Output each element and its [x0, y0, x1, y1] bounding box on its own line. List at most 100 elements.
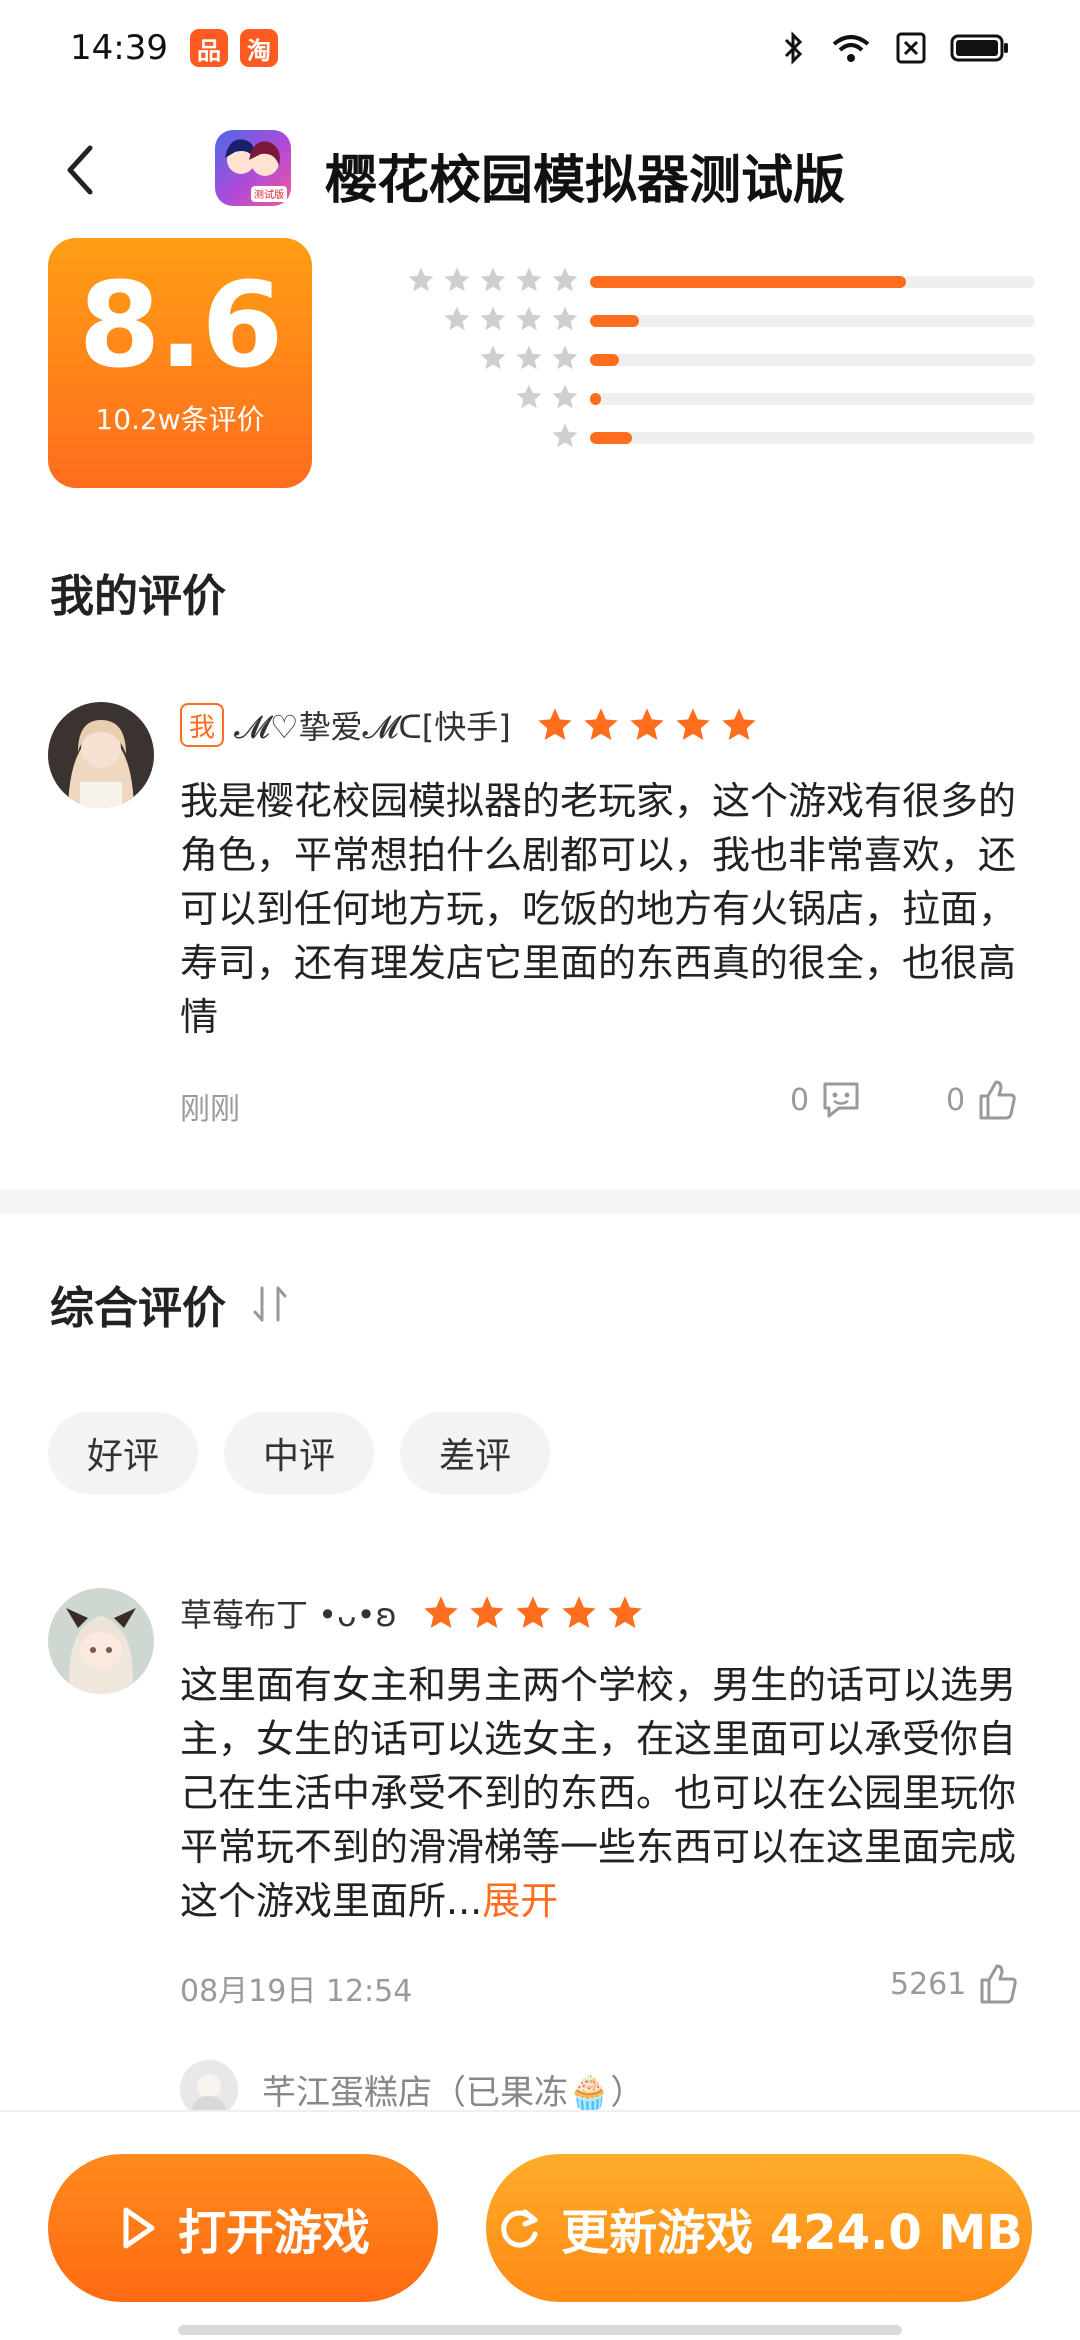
rating-bar-track: [590, 393, 1035, 405]
comment-icon: [823, 1082, 859, 1118]
star-icon: [408, 267, 434, 292]
star-icon: [444, 306, 470, 331]
open-game-button[interactable]: 打开游戏: [48, 2154, 438, 2302]
rating-bar-track: [590, 354, 1035, 366]
game-icon-badge: 测试版: [254, 188, 284, 201]
avatar[interactable]: [48, 1588, 154, 1694]
star-icon: [480, 345, 506, 370]
star-icon: [552, 384, 578, 409]
review-count: 10.2w条评价: [95, 403, 265, 436]
rating-row-stars: [442, 304, 580, 334]
rating-row-stars: [406, 265, 580, 295]
star-icon: [516, 384, 542, 409]
rating-row-stars: [550, 421, 580, 451]
star-icon: [480, 267, 506, 292]
review-text-body: 这里面有女主和男主两个学校，男生的话可以选男主，女生的话可以选女主，在这里面可以…: [180, 1663, 1017, 1923]
comment-count: 0: [790, 1082, 810, 1118]
star-icon: [630, 708, 664, 740]
rating-bar-fill: [590, 393, 602, 405]
bluetooth-icon: [784, 31, 803, 65]
like-button[interactable]: 5261: [890, 1962, 1020, 2006]
star-icon: [516, 345, 542, 370]
rating-bar-track: [590, 276, 1035, 288]
rating-row-2-star: [345, 382, 1035, 412]
score-card: 8.6 10.2w条评价: [48, 238, 312, 488]
review-text: 这里面有女主和男主两个学校，男生的话可以选男主，女生的话可以选女主，在这里面可以…: [180, 1658, 1030, 1928]
game-icon: 测试版: [215, 130, 291, 206]
rating-bar-fill: [590, 315, 639, 327]
rating-bar-fill: [590, 432, 633, 444]
rating-row-5-star: [345, 265, 1035, 295]
star-icon: [516, 306, 542, 331]
app-header: 测试版 樱花校园模拟器测试版: [0, 120, 1080, 220]
review-time: 08月19日 12:54: [180, 1974, 413, 2009]
rating-row-3-star: [345, 343, 1035, 373]
rating-bar-fill: [590, 276, 906, 288]
star-icon: [552, 423, 578, 448]
star-icon: [552, 267, 578, 292]
bottom-action-bar: 打开游戏 更新游戏 424.0 MB: [0, 2110, 1080, 2340]
status-time: 14:39: [70, 28, 168, 68]
my-review-title: 我的评价: [50, 571, 226, 622]
author-name: 草莓布丁 •ᴗ•ʚ: [180, 1596, 397, 1634]
star-icon: [552, 345, 578, 370]
star-icon: [470, 1596, 504, 1628]
my-review-author: 我 𝓜♡挚爱𝓜ᑕ[快手]: [180, 702, 759, 748]
comment-button[interactable]: 0: [790, 1078, 863, 1122]
status-app-icon-taobao: 淘: [239, 29, 278, 67]
score-value: 8.6: [78, 256, 283, 394]
section-divider: [0, 1190, 1080, 1214]
star-icon: [562, 1596, 596, 1628]
chevron-left-icon: [67, 145, 93, 195]
open-game-label: 打开游戏: [177, 2205, 370, 2261]
expand-link[interactable]: 展开: [482, 1879, 558, 1923]
all-reviews-header: 综合评价: [50, 1272, 290, 1336]
all-reviews-title: 综合评价: [50, 1283, 226, 1334]
rating-row-stars: [514, 382, 580, 412]
update-game-button[interactable]: 更新游戏 424.0 MB: [486, 2154, 1032, 2302]
play-icon: [123, 2207, 155, 2249]
star-icon: [516, 267, 542, 292]
star-icon: [552, 306, 578, 331]
star-icon: [538, 708, 572, 740]
my-review-time: 刚刚: [180, 1092, 240, 1127]
star-icon: [722, 708, 756, 740]
rating-row-stars: [478, 343, 580, 373]
my-review-text: 我是樱花校园模拟器的老玩家，这个游戏有很多的角色，平常想拍什么剧都可以，我也非常…: [180, 779, 1017, 1039]
home-indicator[interactable]: [178, 2325, 902, 2335]
thumbs-up-icon: [980, 1964, 1018, 2004]
rating-row-4-star: [345, 304, 1035, 334]
back-button[interactable]: [50, 140, 110, 200]
wifi-icon: [832, 35, 870, 62]
status-app-icon-pinduoduo: 品: [189, 29, 228, 67]
battery-icon: [950, 34, 1008, 62]
rating-bar-fill: [590, 354, 619, 366]
star-icon: [480, 306, 506, 331]
star-icon: [676, 708, 710, 740]
thumbs-up-icon: [979, 1080, 1016, 1120]
sim-off-icon: [896, 32, 926, 64]
my-review-stars: [535, 705, 759, 745]
filter-neutral[interactable]: 中评: [224, 1412, 374, 1494]
reply-author: 芊江蛋糕店（已果冻🧁）: [262, 2072, 645, 2113]
author-name: 𝓜♡挚爱𝓜ᑕ[快手]: [234, 708, 511, 746]
star-icon: [608, 1596, 642, 1628]
rating-row-1-star: [345, 421, 1035, 451]
review-stars: [421, 1593, 645, 1633]
rating-bar-track: [590, 432, 1035, 444]
filter-good[interactable]: 好评: [48, 1412, 198, 1494]
star-icon: [444, 267, 470, 292]
star-icon: [424, 1596, 458, 1628]
filter-bad[interactable]: 差评: [400, 1412, 550, 1494]
refresh-icon: [501, 2209, 538, 2248]
rating-bar-track: [590, 315, 1035, 327]
update-game-label: 更新游戏 424.0 MB: [561, 2205, 1023, 2261]
like-button[interactable]: 0: [946, 1078, 1019, 1122]
star-icon: [516, 1596, 550, 1628]
sort-icon[interactable]: [250, 1282, 290, 1326]
avatar[interactable]: [48, 702, 154, 808]
status-bar: 14:39 品 淘: [0, 0, 1080, 96]
filter-chips: 好评 中评 差评: [48, 1412, 550, 1494]
status-icons: [778, 30, 1010, 66]
like-count: 5261: [890, 1966, 967, 2002]
